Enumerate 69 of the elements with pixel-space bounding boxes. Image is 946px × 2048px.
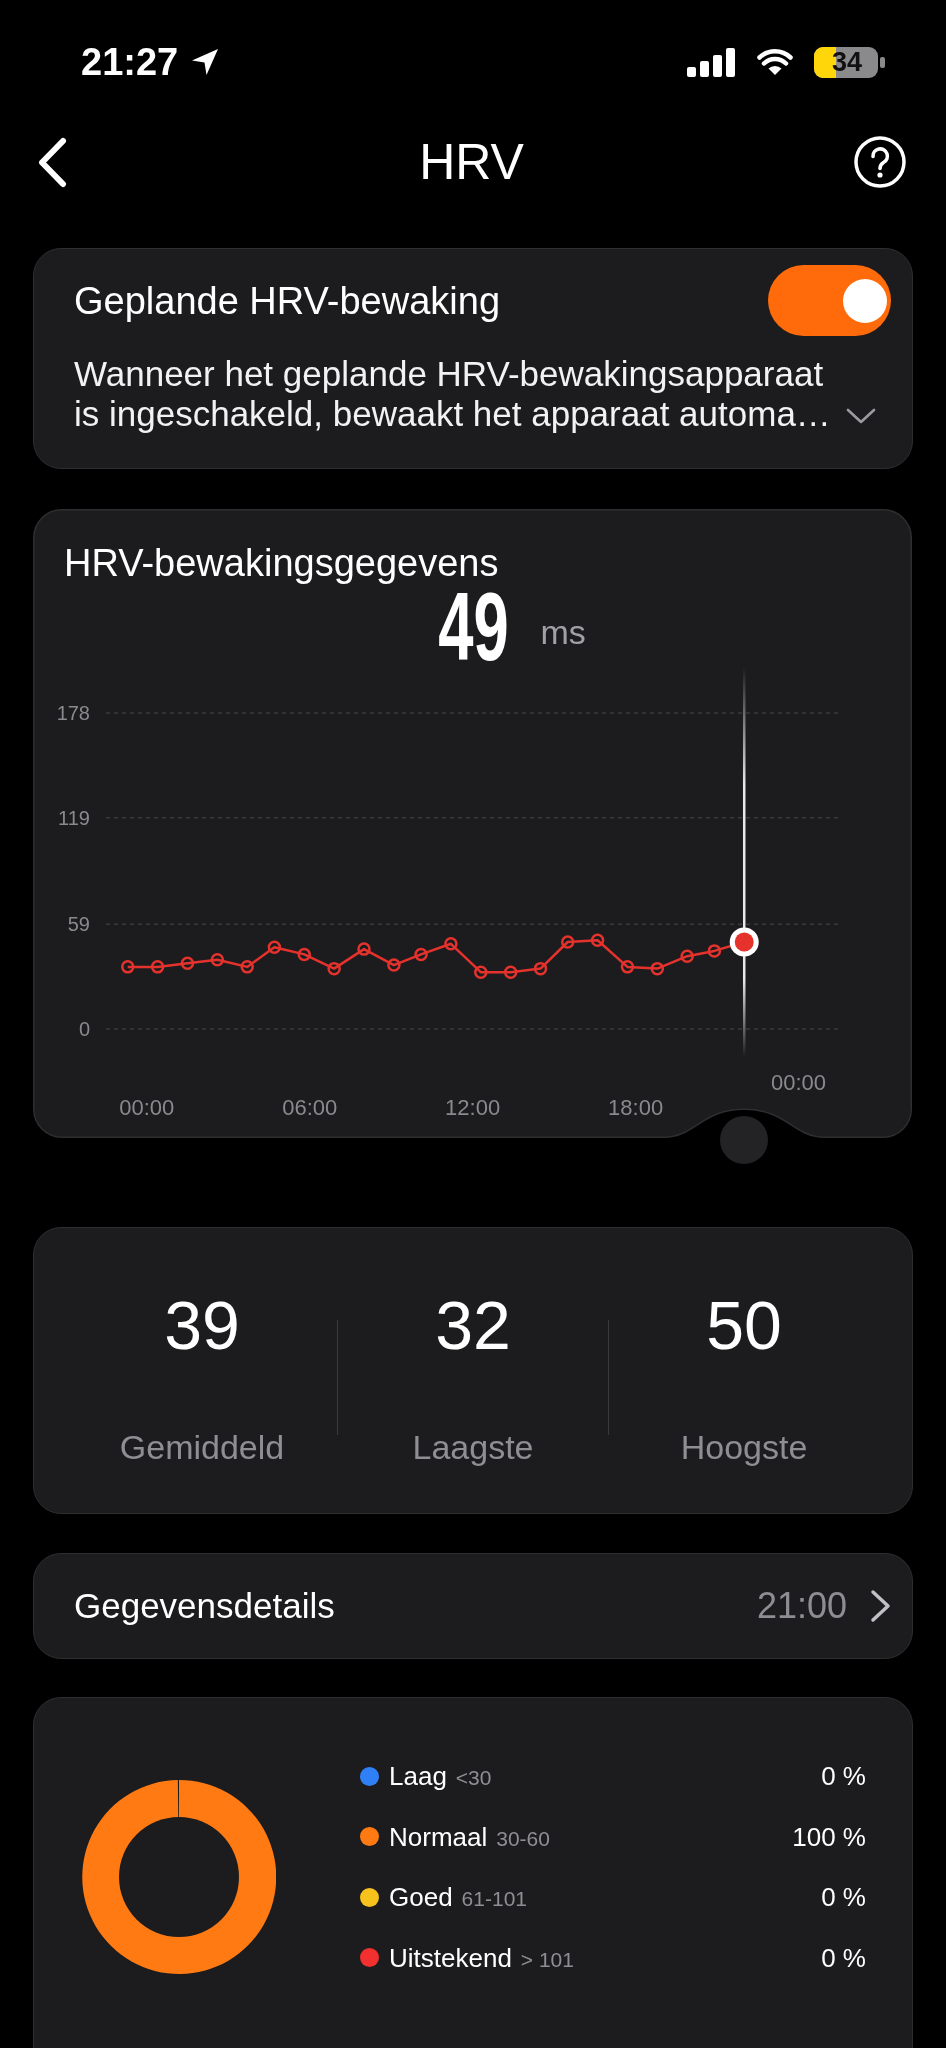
scrubber-handle[interactable] [720, 1116, 769, 1164]
data-point [503, 965, 518, 979]
x-axis-label: 00:00 [119, 1095, 175, 1120]
legend-label: Normaal [389, 1820, 488, 1853]
data-point [327, 961, 341, 976]
stat-label: Laagste [412, 1427, 534, 1468]
selected-point-marker [729, 927, 759, 957]
data-point [590, 933, 605, 947]
legend-label: Laag [389, 1760, 447, 1793]
data-point [620, 960, 635, 974]
data-point [210, 953, 225, 967]
y-axis-label: 0 [78, 1018, 90, 1040]
chevron-right-icon [870, 1589, 891, 1623]
legend-range: 61-101 [461, 1886, 527, 1913]
data-point [414, 947, 428, 962]
data-point [150, 960, 165, 974]
stat-value: 50 [706, 1286, 782, 1365]
wifi-icon [757, 48, 793, 76]
signal-icon [687, 47, 736, 77]
legend-range: 30-60 [496, 1825, 550, 1852]
reading-unit: ms [540, 612, 586, 652]
help-button[interactable] [854, 136, 906, 188]
legend-label: Uitstekend [389, 1941, 512, 1974]
page-title: HRV [419, 133, 524, 191]
data-point [180, 956, 195, 971]
chevron-down-icon[interactable] [846, 407, 876, 425]
status-time: 21:27 [81, 40, 179, 84]
details-time: 21:00 [756, 1585, 847, 1627]
setting-title: Geplande HRV-bewaking [74, 278, 500, 324]
stat-label: Gemiddeld [119, 1427, 285, 1468]
chevron-left-icon [37, 136, 68, 188]
stat-value: 32 [435, 1286, 511, 1365]
help-icon [854, 136, 906, 188]
data-point [560, 935, 575, 949]
reading-value: 49 [437, 586, 509, 667]
data-point [650, 961, 665, 976]
data-point [474, 965, 488, 979]
data-point [444, 937, 458, 951]
data-point [121, 960, 135, 974]
legend-label: Goed [389, 1881, 453, 1914]
x-axis-label: 06:00 [282, 1095, 338, 1120]
details-row[interactable]: Gegevensdetails 21:00 [33, 1553, 913, 1659]
data-point [707, 944, 722, 958]
details-label: Gegevensdetails [74, 1585, 335, 1627]
legend-range: > 101 [520, 1946, 574, 1973]
legend-percent: 0 % [821, 1881, 866, 1914]
y-axis-label: 119 [58, 806, 90, 829]
data-point [240, 960, 254, 974]
y-axis-label: 178 [56, 702, 90, 724]
setting-description: Wanneer het geplande HRV-bewakingsapparaat is ingeschakeld, bewaakt het apparaat automa… [74, 354, 832, 434]
location-arrow-icon [190, 47, 220, 77]
x-axis-label: 12:00 [445, 1095, 501, 1120]
legend-percent: 0 % [821, 1760, 866, 1793]
data-point [680, 949, 694, 963]
data-point [267, 940, 282, 955]
section-title: HRV-bewakingsgegevens [64, 541, 499, 586]
back-button[interactable] [37, 136, 68, 188]
data-point [533, 961, 548, 976]
legend-percent: 0 % [821, 1941, 866, 1974]
x-axis-label: 18:00 [608, 1095, 664, 1120]
axis-end-label: 00:00 [771, 1070, 827, 1095]
y-axis-label: 59 [67, 913, 90, 936]
legend-range: <30 [455, 1765, 492, 1792]
legend-percent: 100 % [792, 1820, 866, 1853]
stat-value: 39 [164, 1286, 240, 1365]
data-point [357, 942, 371, 956]
data-point [297, 947, 311, 962]
data-point [387, 958, 401, 972]
stat-label: Hoogste [680, 1427, 808, 1468]
